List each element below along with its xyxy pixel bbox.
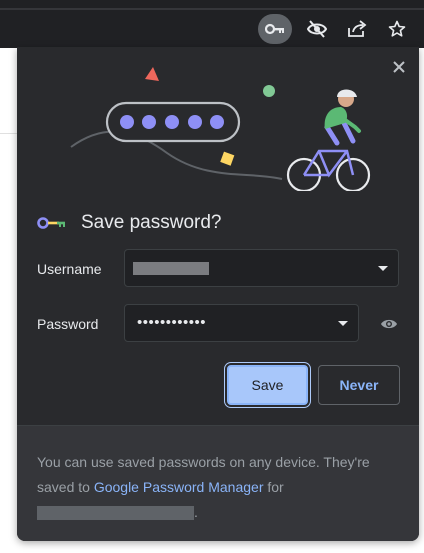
close-button[interactable] — [388, 56, 410, 78]
footer-text: You can use saved passwords on any devic… — [37, 450, 397, 525]
show-password-button[interactable] — [378, 313, 400, 335]
password-label: Password — [37, 316, 99, 332]
redacted-account — [37, 506, 194, 521]
chevron-down-icon — [378, 266, 388, 271]
password-manager-link[interactable]: Google Password Manager — [94, 479, 264, 495]
dialog-footer: You can use saved passwords on any devic… — [17, 425, 419, 541]
page-divider — [0, 133, 18, 134]
close-icon — [393, 61, 405, 73]
eye-off-icon[interactable] — [300, 14, 334, 44]
save-password-dialog: Save password? Username Password •••••••… — [17, 47, 419, 541]
save-button[interactable]: Save — [227, 365, 308, 405]
password-value: •••••••••••• — [137, 314, 207, 331]
key-icon[interactable] — [258, 14, 292, 44]
share-icon[interactable] — [340, 14, 374, 44]
eye-icon — [381, 319, 397, 329]
footer-period: . — [194, 504, 198, 520]
footer-text-after: for — [263, 479, 284, 495]
dialog-title: Save password? — [81, 212, 222, 233]
dialog-header: Save password? — [37, 212, 221, 234]
redacted-username — [133, 262, 209, 275]
password-illustration — [70, 67, 371, 191]
never-button[interactable]: Never — [318, 365, 400, 405]
star-icon[interactable] — [380, 14, 414, 44]
username-field[interactable] — [124, 249, 399, 287]
key-icon — [37, 217, 65, 229]
password-field[interactable]: •••••••••••• — [124, 304, 359, 342]
username-label: Username — [37, 261, 102, 277]
chevron-down-icon — [338, 321, 348, 326]
